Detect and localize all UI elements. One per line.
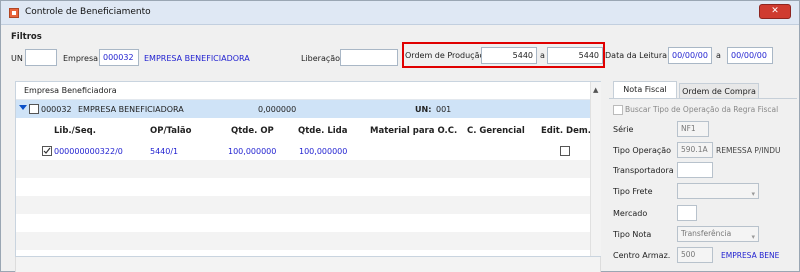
tab-nota-fiscal[interactable]: Nota Fiscal — [613, 81, 677, 99]
row-op: 5440/1 — [150, 147, 179, 156]
tipo-frete-select[interactable]: ▾ — [677, 183, 759, 199]
empresa-label: Empresa — [63, 54, 99, 63]
tipo-nota-value: Transferência — [681, 229, 732, 238]
tab-ordem-compra[interactable]: Ordem de Compra — [679, 83, 759, 99]
mercado-input[interactable] — [677, 205, 697, 221]
group-un-label: UN: — [415, 105, 432, 114]
chevron-down-icon: ▾ — [751, 190, 755, 198]
ordem-from-input[interactable]: 5440 — [481, 47, 537, 64]
data-to-input[interactable]: 00/00/00 — [727, 47, 773, 64]
grid-header-label: Empresa Beneficiadora — [24, 86, 117, 95]
transportadora-input[interactable] — [677, 162, 713, 178]
un-input[interactable] — [25, 49, 57, 66]
liberacao-input[interactable] — [340, 49, 398, 66]
serie-label: Série — [613, 125, 634, 134]
group-value: 0,000000 — [258, 105, 297, 114]
ordem-producao-label: Ordem de Produção — [405, 51, 485, 60]
row-qtde-op: 100,000000 — [228, 147, 277, 156]
table-row[interactable]: 000000000322/0 5440/1 100,000000 100,000… — [16, 142, 590, 160]
un-label: UN — [11, 54, 23, 63]
transportadora-label: Transportadora — [613, 166, 674, 175]
collapse-caret-icon[interactable] — [19, 105, 27, 110]
row-checkbox[interactable] — [42, 146, 52, 156]
tipo-nota-select[interactable]: Transferência ▾ — [677, 226, 759, 242]
grid-scrollbar[interactable]: ▲ — [590, 82, 601, 256]
tipo-operacao-code[interactable]: 590.1A — [677, 142, 713, 158]
col-header-material[interactable]: Material para O.C. — [370, 126, 457, 136]
centro-armaz-label: Centro Armaz. — [613, 251, 671, 260]
col-header-op-talao[interactable]: OP/Talão — [150, 126, 192, 136]
results-grid[interactable]: Empresa Beneficiadora 000032 EMPRESA BEN… — [15, 81, 601, 257]
ordem-to-input[interactable]: 5440 — [547, 47, 603, 64]
buscar-checkbox[interactable] — [613, 105, 623, 115]
buscar-label: Buscar Tipo de Operação da Regra Fiscal — [625, 105, 779, 114]
window-title: Controle de Beneficiamento — [25, 7, 151, 17]
grid-footer — [15, 257, 601, 272]
centro-armaz-code[interactable]: 500 — [677, 247, 713, 263]
empty-row — [16, 196, 590, 214]
app-icon — [9, 8, 19, 18]
nota-fiscal-panel: Buscar Tipo de Operação da Regra Fiscal … — [609, 98, 797, 269]
mercado-label: Mercado — [613, 209, 648, 218]
tipo-nota-label: Tipo Nota — [613, 230, 652, 239]
col-header-gerencial[interactable]: C. Gerencial — [467, 126, 525, 136]
check-icon — [43, 147, 51, 154]
tipo-frete-label: Tipo Frete — [613, 187, 653, 196]
col-header-lib-seq[interactable]: Lib./Seq. — [54, 126, 96, 136]
chevron-down-icon: ▾ — [751, 233, 755, 241]
col-header-qtde-lida[interactable]: Qtde. Lida — [298, 126, 347, 136]
empty-row — [16, 160, 590, 178]
col-header-edit-dem[interactable]: Edit. Dem. — [541, 126, 591, 136]
grid-group-header: Empresa Beneficiadora — [16, 82, 590, 100]
col-header-qtde-op[interactable]: Qtde. OP — [231, 126, 274, 136]
data-from-input[interactable]: 00/00/00 — [668, 47, 712, 64]
group-code: 000032 — [41, 105, 72, 114]
main-window: Controle de Beneficiamento ✕ Filtros UN … — [0, 0, 800, 272]
group-checkbox[interactable] — [29, 104, 39, 114]
centro-armaz-name: EMPRESA BENE — [721, 251, 780, 260]
tipo-operacao-label: Tipo Operação — [613, 146, 672, 155]
group-row[interactable]: 000032 EMPRESA BENEFICIADORA 0,000000 UN… — [16, 100, 590, 118]
ordem-a-label: a — [540, 51, 545, 60]
tipo-operacao-desc: REMESSA P/INDU — [716, 146, 781, 155]
row-qtde-lida: 100,000000 — [299, 147, 348, 156]
group-un-value: 001 — [436, 105, 452, 114]
serie-input[interactable]: NF1 — [677, 121, 709, 137]
empresa-name: EMPRESA BENEFICIADORA — [144, 54, 250, 63]
liberacao-label: Liberação — [301, 54, 341, 63]
empty-row — [16, 232, 590, 250]
side-tabs: Nota Fiscal Ordem de Compra — [609, 81, 797, 99]
empresa-code-input[interactable]: 000032 — [99, 49, 139, 66]
row-seq: 000000000322/0 — [54, 147, 123, 156]
chevron-up-icon[interactable]: ▲ — [593, 86, 598, 94]
data-a-label: a — [716, 51, 721, 60]
title-bar: Controle de Beneficiamento ✕ — [1, 1, 799, 25]
data-leitura-label: Data da Leitura — [605, 51, 668, 60]
group-name: EMPRESA BENEFICIADORA — [78, 105, 184, 114]
close-button[interactable]: ✕ — [759, 4, 791, 19]
row-edit-dem-checkbox[interactable] — [560, 146, 570, 156]
filters-title: Filtros — [11, 32, 42, 42]
